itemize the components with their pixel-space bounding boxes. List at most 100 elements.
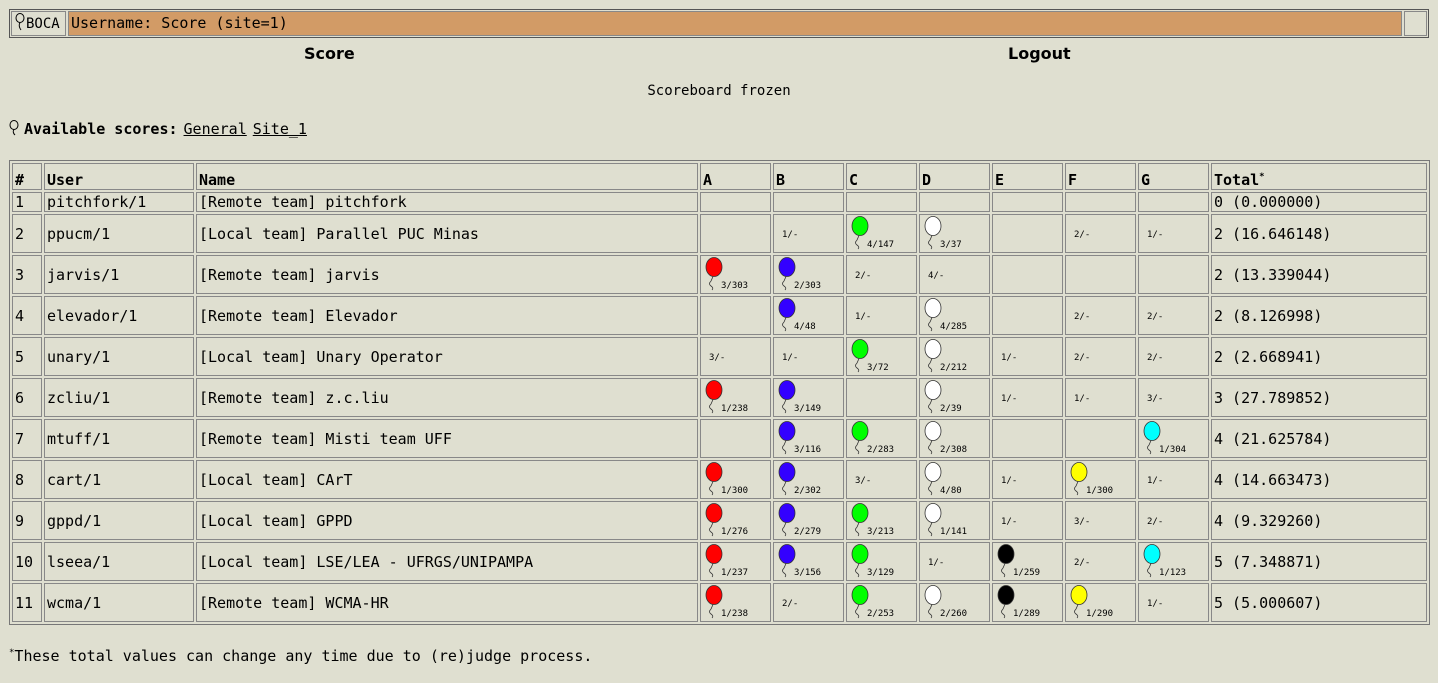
available-scores: Available scores: General Site_1 [9, 120, 307, 138]
problem-score: 3/213 [849, 502, 914, 539]
column-header-label: # [15, 171, 25, 189]
rank-cell: 10 [12, 542, 42, 581]
problem-attempts: 2/- [1074, 230, 1091, 240]
total-cell: 4 (14.663473) [1211, 460, 1427, 499]
problem-cell: 1/276 [700, 501, 771, 540]
logout-link[interactable]: Logout [1008, 44, 1071, 63]
column-header: F [1065, 163, 1136, 190]
team-name-cell: [Local team] Unary Operator [196, 337, 698, 376]
problem-attempts: 4/48 [794, 322, 816, 332]
problem-attempts: 2/303 [794, 281, 822, 291]
problem-attempts: 2/283 [867, 445, 895, 455]
problem-score: 1/- [922, 543, 987, 580]
problem-attempts: 3/37 [940, 240, 962, 250]
user-cell: gppd/1 [44, 501, 194, 540]
problem-score: 4/285 [922, 297, 987, 334]
user-cell: elevador/1 [44, 296, 194, 335]
problem-cell: 3/213 [846, 501, 917, 540]
problem-attempts: 1/238 [721, 404, 749, 414]
problem-score: 3/72 [849, 338, 914, 375]
column-header-label: C [849, 171, 859, 189]
table-row: 10 lseea/1 [Local team] LSE/LEA - UFRGS/UN… [12, 542, 1427, 581]
problem-score: 1/276 [703, 502, 768, 539]
problem-cell: 2/308 [919, 419, 990, 458]
problem-cell: 3/72 [846, 337, 917, 376]
problem-attempts: 4/285 [940, 322, 968, 332]
rank-cell: 3 [12, 255, 42, 294]
team-name-cell: [Remote team] WCMA-HR [196, 583, 698, 622]
problem-score: 3/- [703, 338, 768, 375]
problem-cell [1138, 255, 1209, 294]
problem-cell [992, 255, 1063, 294]
column-header: G [1138, 163, 1209, 190]
problem-score: 4/48 [776, 297, 841, 334]
problem-attempts: 2/- [1147, 517, 1164, 527]
team-name-cell: [Remote team] z.c.liu [196, 378, 698, 417]
problem-score: 4/80 [922, 461, 987, 498]
problem-cell: 3/- [1138, 378, 1209, 417]
problem-cell: 1/- [773, 337, 844, 376]
problem-cell [992, 214, 1063, 253]
problem-cell: 2/- [1065, 214, 1136, 253]
problem-score: 3/303 [703, 256, 768, 293]
problem-score: 2/283 [849, 420, 914, 457]
problem-attempts: 1/- [1147, 599, 1164, 609]
problem-cell: 1/- [992, 378, 1063, 417]
page-title: Username: Score (site=1) [68, 11, 1402, 36]
problem-score: 1/259 [995, 543, 1060, 580]
problem-score: 2/253 [849, 584, 914, 621]
problem-cell [773, 192, 844, 212]
problem-cell [1065, 255, 1136, 294]
problem-score: 1/- [995, 502, 1060, 539]
problem-cell: 3/- [1065, 501, 1136, 540]
problem-score: 2/- [1068, 215, 1133, 252]
problem-score: 2/- [1068, 543, 1133, 580]
problem-cell: 1/- [846, 296, 917, 335]
problem-attempts: 1/- [1147, 476, 1164, 486]
team-name-cell: [Local team] LSE/LEA - UFRGS/UNIPAMPA [196, 542, 698, 581]
boca-logo[interactable]: BOCA [11, 11, 66, 36]
problem-score: 1/- [849, 297, 914, 334]
problem-cell: 2/260 [919, 583, 990, 622]
column-header: E [992, 163, 1063, 190]
header-end-cell [1404, 11, 1427, 36]
problem-cell: 3/149 [773, 378, 844, 417]
site1-scores-link[interactable]: Site_1 [253, 120, 307, 138]
problem-score: 4/- [922, 256, 987, 293]
column-header-label: D [922, 171, 932, 189]
problem-score: 2/- [1141, 297, 1206, 334]
problem-cell: 2/- [1138, 337, 1209, 376]
problem-attempts: 2/39 [940, 404, 962, 414]
problem-attempts: 2/- [1147, 353, 1164, 363]
table-row: 4 elevador/1 [Remote team] Elevador 4/48 1/-… [12, 296, 1427, 335]
problem-attempts: 1/123 [1159, 568, 1187, 578]
problem-cell: 1/289 [992, 583, 1063, 622]
rank-cell: 9 [12, 501, 42, 540]
problem-cell: 1/237 [700, 542, 771, 581]
problem-attempts: 2/260 [940, 609, 968, 619]
problem-score: 2/- [1141, 502, 1206, 539]
problem-score: 3/- [849, 461, 914, 498]
problem-attempts: 1/- [1001, 476, 1018, 486]
total-cell: 2 (13.339044) [1211, 255, 1427, 294]
problem-score: 1/300 [1068, 461, 1133, 498]
score-link[interactable]: Score [304, 44, 355, 63]
general-scores-link[interactable]: General [184, 120, 247, 138]
problem-cell [700, 192, 771, 212]
problem-cell: 2/- [1138, 296, 1209, 335]
problem-cell: 1/- [992, 501, 1063, 540]
problem-cell: 1/- [919, 542, 990, 581]
problem-score: 1/289 [995, 584, 1060, 621]
table-header-row: # User Name A B C D E F G Total* [12, 163, 1427, 190]
logo-text: BOCA [26, 16, 60, 32]
team-name-cell: [Remote team] jarvis [196, 255, 698, 294]
column-header-label: A [703, 171, 713, 189]
problem-cell [700, 214, 771, 253]
problem-attempts: 1/300 [721, 486, 749, 496]
team-name-cell: [Local team] Parallel PUC Minas [196, 214, 698, 253]
table-row: 9 gppd/1 [Local team] GPPD 1/276 2/279 3/213 1… [12, 501, 1427, 540]
column-header: Total* [1211, 163, 1427, 190]
problem-cell: 1/- [992, 337, 1063, 376]
user-cell: ppucm/1 [44, 214, 194, 253]
problem-cell: 1/259 [992, 542, 1063, 581]
